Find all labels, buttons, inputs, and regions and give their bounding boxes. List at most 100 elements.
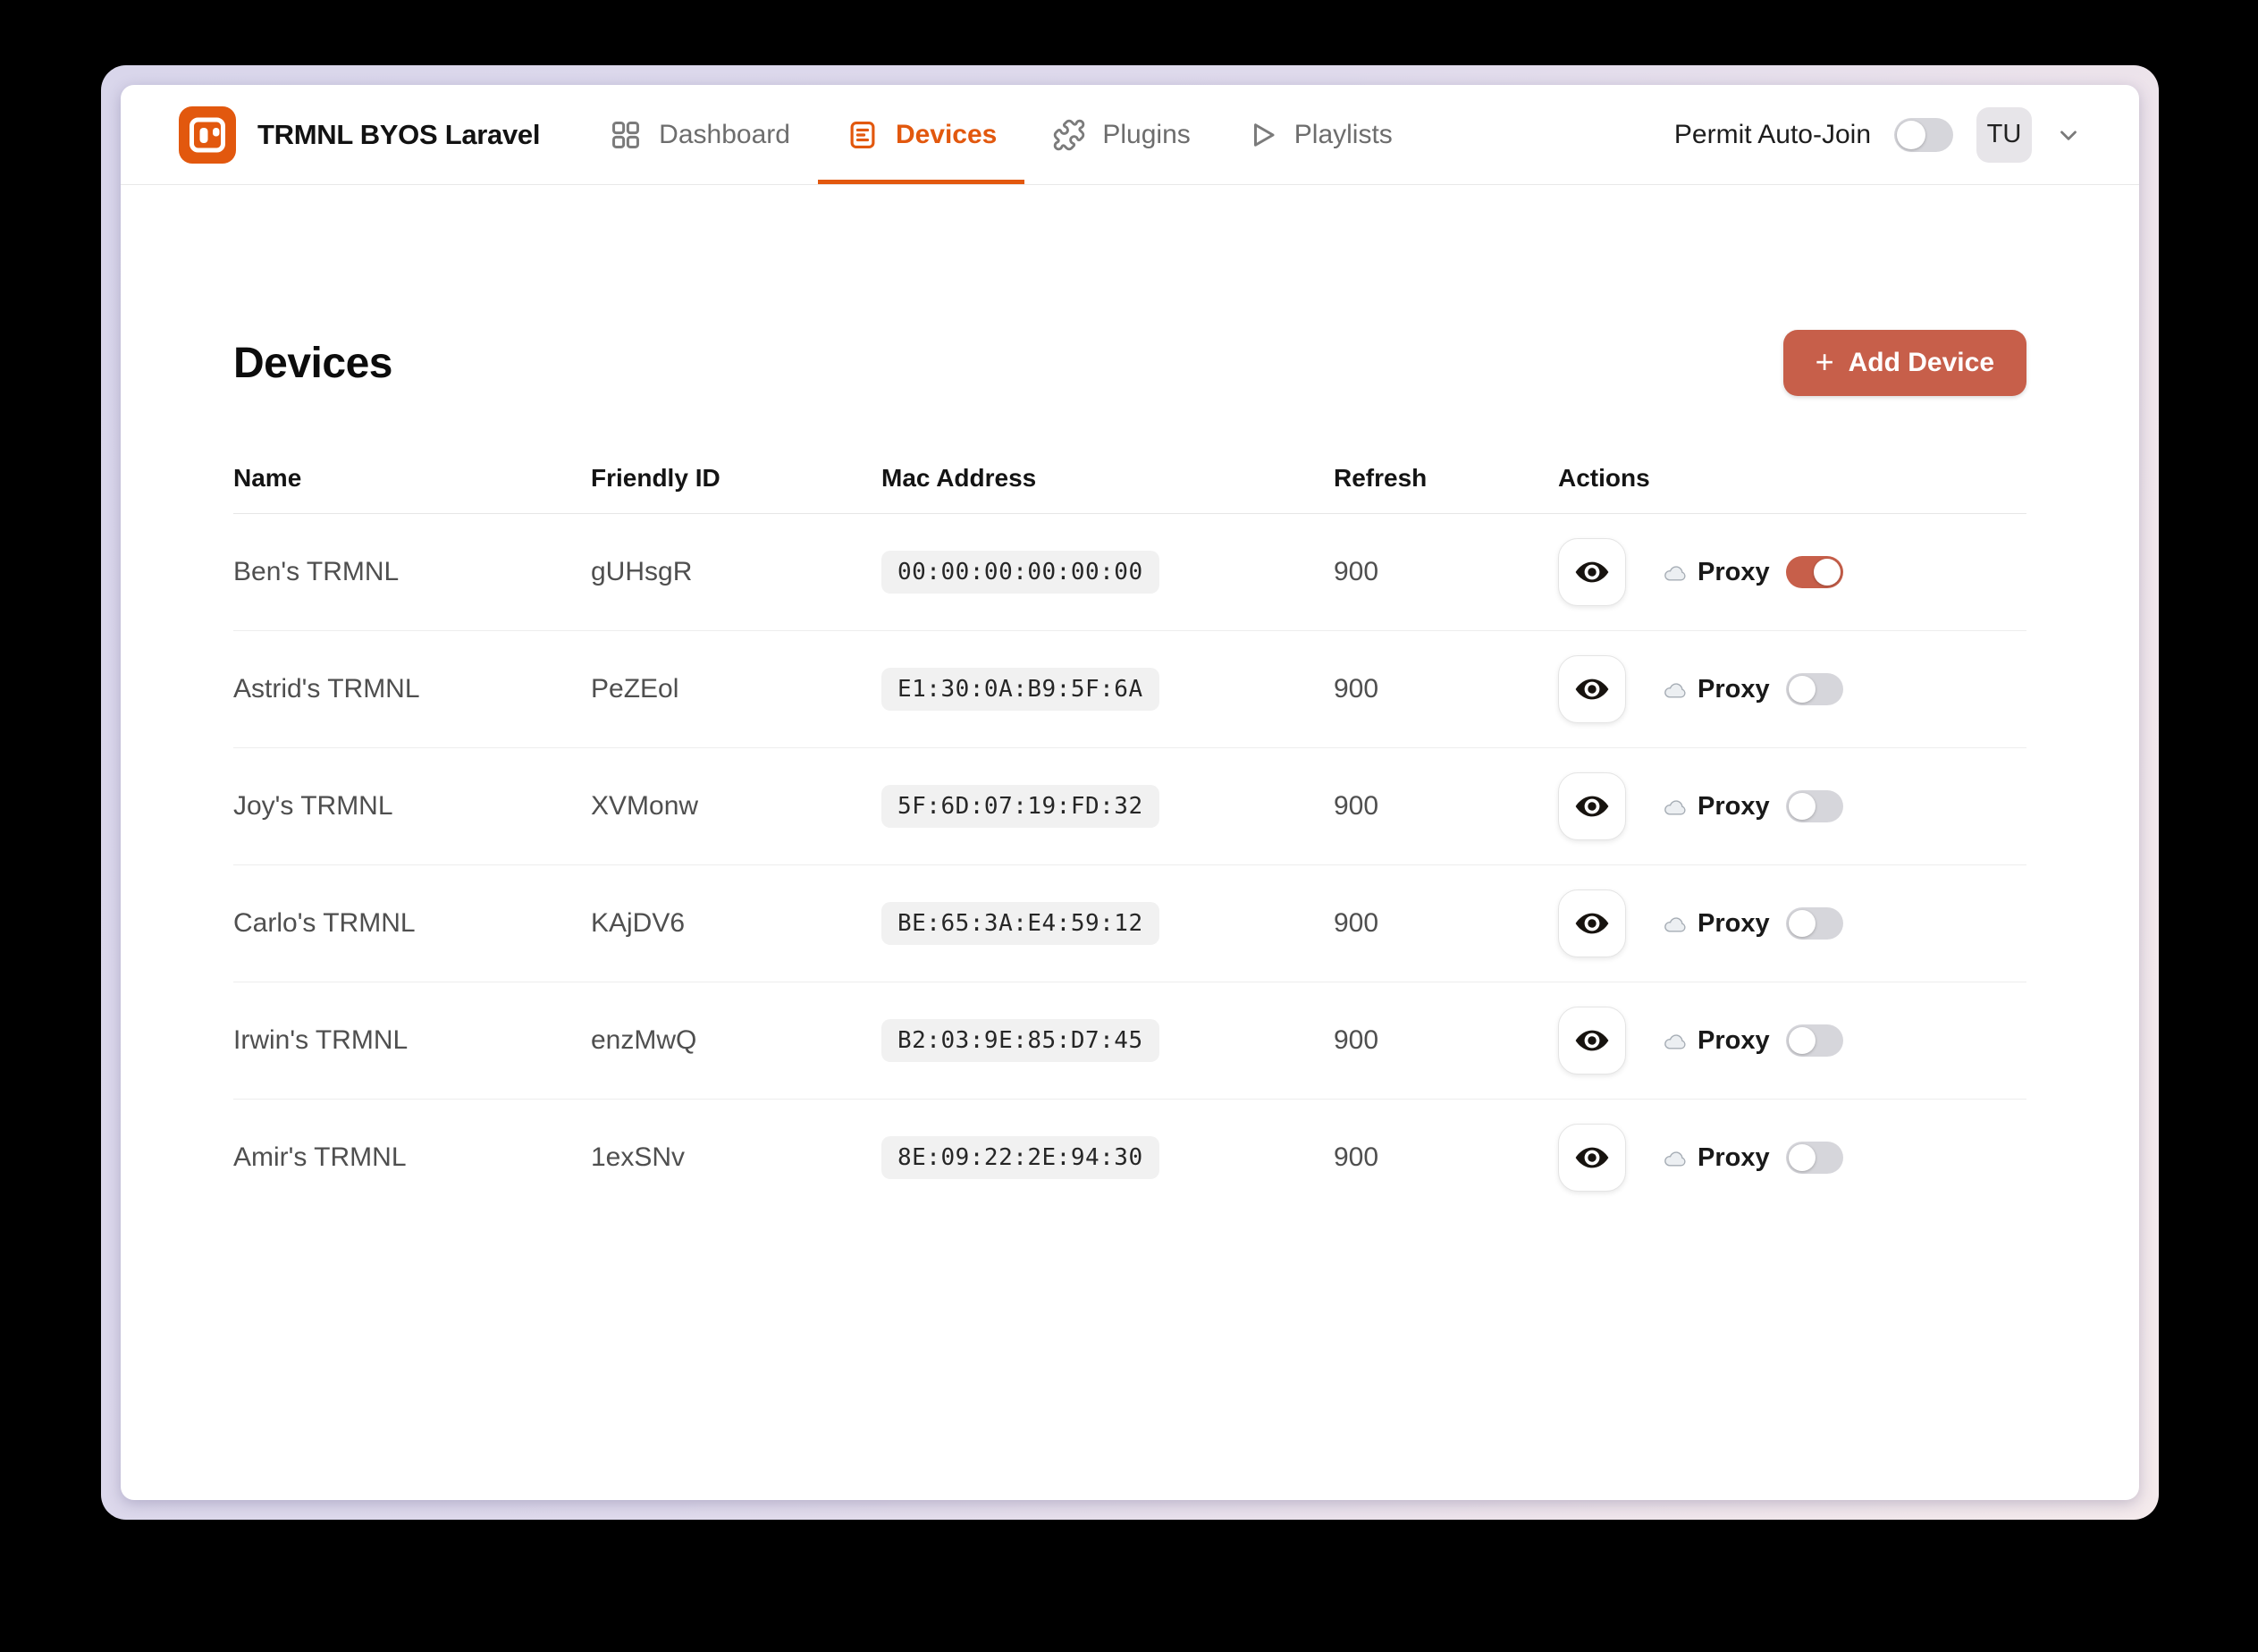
chevron-down-icon[interactable]	[2055, 122, 2082, 148]
mac-address-badge: 00:00:00:00:00:00	[881, 551, 1159, 594]
page-head: Devices + Add Device	[233, 330, 2026, 396]
tab-dashboard[interactable]: Dashboard	[581, 85, 818, 184]
device-friendly-id: 1exSNv	[591, 1142, 686, 1172]
column-header-friendly-id: Friendly ID	[591, 464, 720, 492]
device-refresh: 900	[1334, 674, 1379, 704]
table-row: Irwin's TRMNL enzMwQ B2:03:9E:85:D7:45 9…	[233, 982, 2026, 1100]
mac-address-cell: B2:03:9E:85:D7:45	[881, 1019, 1334, 1062]
toggle-knob	[1788, 676, 1816, 703]
device-name: Irwin's TRMNL	[233, 1025, 409, 1055]
device-refresh: 900	[1334, 557, 1379, 586]
cloud-icon	[1662, 1144, 1689, 1171]
eye-icon	[1573, 553, 1611, 591]
brand[interactable]: TRMNL BYOS Laravel	[179, 85, 540, 184]
permit-auto-join-label: Permit Auto-Join	[1673, 119, 1871, 149]
column-header-refresh: Refresh	[1334, 464, 1428, 492]
user-avatar[interactable]: TU	[1976, 106, 2032, 163]
proxy-label: Proxy	[1698, 1142, 1770, 1172]
eye-icon	[1573, 1139, 1611, 1176]
mac-address-cell: E1:30:0A:B9:5F:6A	[881, 668, 1334, 711]
proxy-label: Proxy	[1698, 557, 1770, 586]
view-device-button[interactable]	[1558, 1007, 1626, 1075]
tab-playlists[interactable]: Playlists	[1218, 85, 1420, 184]
app-header: TRMNL BYOS Laravel Dashboard Devices Plu…	[121, 85, 2139, 185]
add-device-label: Add Device	[1848, 348, 1994, 377]
view-device-button[interactable]	[1558, 889, 1626, 957]
cloud-icon	[1662, 559, 1689, 586]
page-content: Devices + Add Device Name Friendly ID Ma…	[121, 185, 2139, 1500]
proxy-toggle[interactable]	[1785, 1024, 1843, 1057]
view-device-button[interactable]	[1558, 655, 1626, 723]
device-friendly-id: XVMonw	[591, 791, 699, 821]
table-row: Astrid's TRMNL PeZEol E1:30:0A:B9:5F:6A …	[233, 631, 2026, 748]
actions-cell: Proxy	[1558, 1124, 2026, 1192]
mac-address-cell: 00:00:00:00:00:00	[881, 551, 1334, 594]
add-device-button[interactable]: + Add Device	[1782, 330, 2026, 396]
view-device-button[interactable]	[1558, 1124, 1626, 1192]
mac-address-badge: BE:65:3A:E4:59:12	[881, 902, 1159, 945]
mac-address-badge: B2:03:9E:85:D7:45	[881, 1019, 1159, 1062]
device-friendly-id: gUHsgR	[591, 557, 693, 586]
plus-icon: +	[1815, 342, 1834, 380]
actions-cell: Proxy	[1558, 1007, 2026, 1075]
eye-icon	[1573, 788, 1611, 825]
proxy-label: Proxy	[1698, 791, 1770, 821]
column-header-name: Name	[233, 464, 302, 492]
table-header-row: Name Friendly ID Mac Address Refresh Act…	[233, 443, 2026, 514]
device-refresh: 900	[1334, 1142, 1379, 1172]
proxy-label: Proxy	[1698, 674, 1770, 704]
device-refresh: 900	[1334, 791, 1379, 821]
mac-address-cell: BE:65:3A:E4:59:12	[881, 902, 1334, 945]
actions-cell: Proxy	[1558, 538, 2026, 606]
device-refresh: 900	[1334, 908, 1379, 938]
device-friendly-id: enzMwQ	[591, 1025, 697, 1055]
device-refresh: 900	[1334, 1025, 1379, 1055]
proxy-toggle[interactable]	[1785, 1142, 1843, 1174]
toggle-knob	[1788, 910, 1816, 937]
device-name: Astrid's TRMNL	[233, 674, 420, 704]
cloud-icon	[1662, 793, 1689, 820]
toggle-knob	[1897, 120, 1925, 149]
permit-auto-join-toggle[interactable]	[1894, 117, 1953, 152]
trmnl-logo-icon	[179, 105, 236, 164]
table-row: Carlo's TRMNL KAjDV6 BE:65:3A:E4:59:12 9…	[233, 865, 2026, 982]
tab-label: Playlists	[1293, 119, 1393, 149]
devices-table: Name Friendly ID Mac Address Refresh Act…	[233, 443, 2026, 1216]
app-window: TRMNL BYOS Laravel Dashboard Devices Plu…	[101, 65, 2159, 1520]
device-name: Amir's TRMNL	[233, 1142, 407, 1172]
tab-label: Devices	[895, 119, 998, 149]
toggle-knob	[1788, 1027, 1816, 1054]
tab-devices[interactable]: Devices	[817, 85, 1025, 184]
proxy-label: Proxy	[1698, 1025, 1770, 1055]
proxy-toggle[interactable]	[1785, 556, 1843, 588]
proxy-toggle[interactable]	[1785, 790, 1843, 822]
tab-plugins[interactable]: Plugins	[1024, 85, 1217, 184]
toggle-knob	[1788, 1144, 1816, 1171]
column-header-mac-address: Mac Address	[881, 464, 1037, 492]
page-title: Devices	[233, 340, 392, 387]
toggle-knob	[1788, 793, 1816, 820]
cloud-icon	[1662, 1027, 1689, 1054]
puzzle-icon	[1052, 118, 1086, 152]
view-device-button[interactable]	[1558, 538, 1626, 606]
view-device-button[interactable]	[1558, 772, 1626, 840]
proxy-toggle[interactable]	[1785, 673, 1843, 705]
header-right: Permit Auto-Join TU	[1674, 85, 2082, 184]
device-table-body: Ben's TRMNL gUHsgR 00:00:00:00:00:00 900	[233, 514, 2026, 1216]
play-icon	[1246, 119, 1278, 151]
eye-icon	[1573, 670, 1611, 708]
actions-cell: Proxy	[1558, 655, 2026, 723]
mac-address-badge: 5F:6D:07:19:FD:32	[881, 785, 1159, 828]
eye-icon	[1573, 1022, 1611, 1059]
actions-cell: Proxy	[1558, 889, 2026, 957]
column-header-actions: Actions	[1558, 464, 1650, 492]
main-nav: Dashboard Devices Plugins Playlists	[581, 85, 1420, 184]
eye-icon	[1573, 905, 1611, 942]
table-row: Ben's TRMNL gUHsgR 00:00:00:00:00:00 900	[233, 514, 2026, 631]
proxy-label: Proxy	[1698, 908, 1770, 938]
toggle-knob	[1813, 559, 1841, 586]
app-card: TRMNL BYOS Laravel Dashboard Devices Plu…	[121, 85, 2139, 1500]
tab-label: Plugins	[1102, 119, 1191, 149]
mac-address-cell: 5F:6D:07:19:FD:32	[881, 785, 1334, 828]
proxy-toggle[interactable]	[1785, 907, 1843, 940]
